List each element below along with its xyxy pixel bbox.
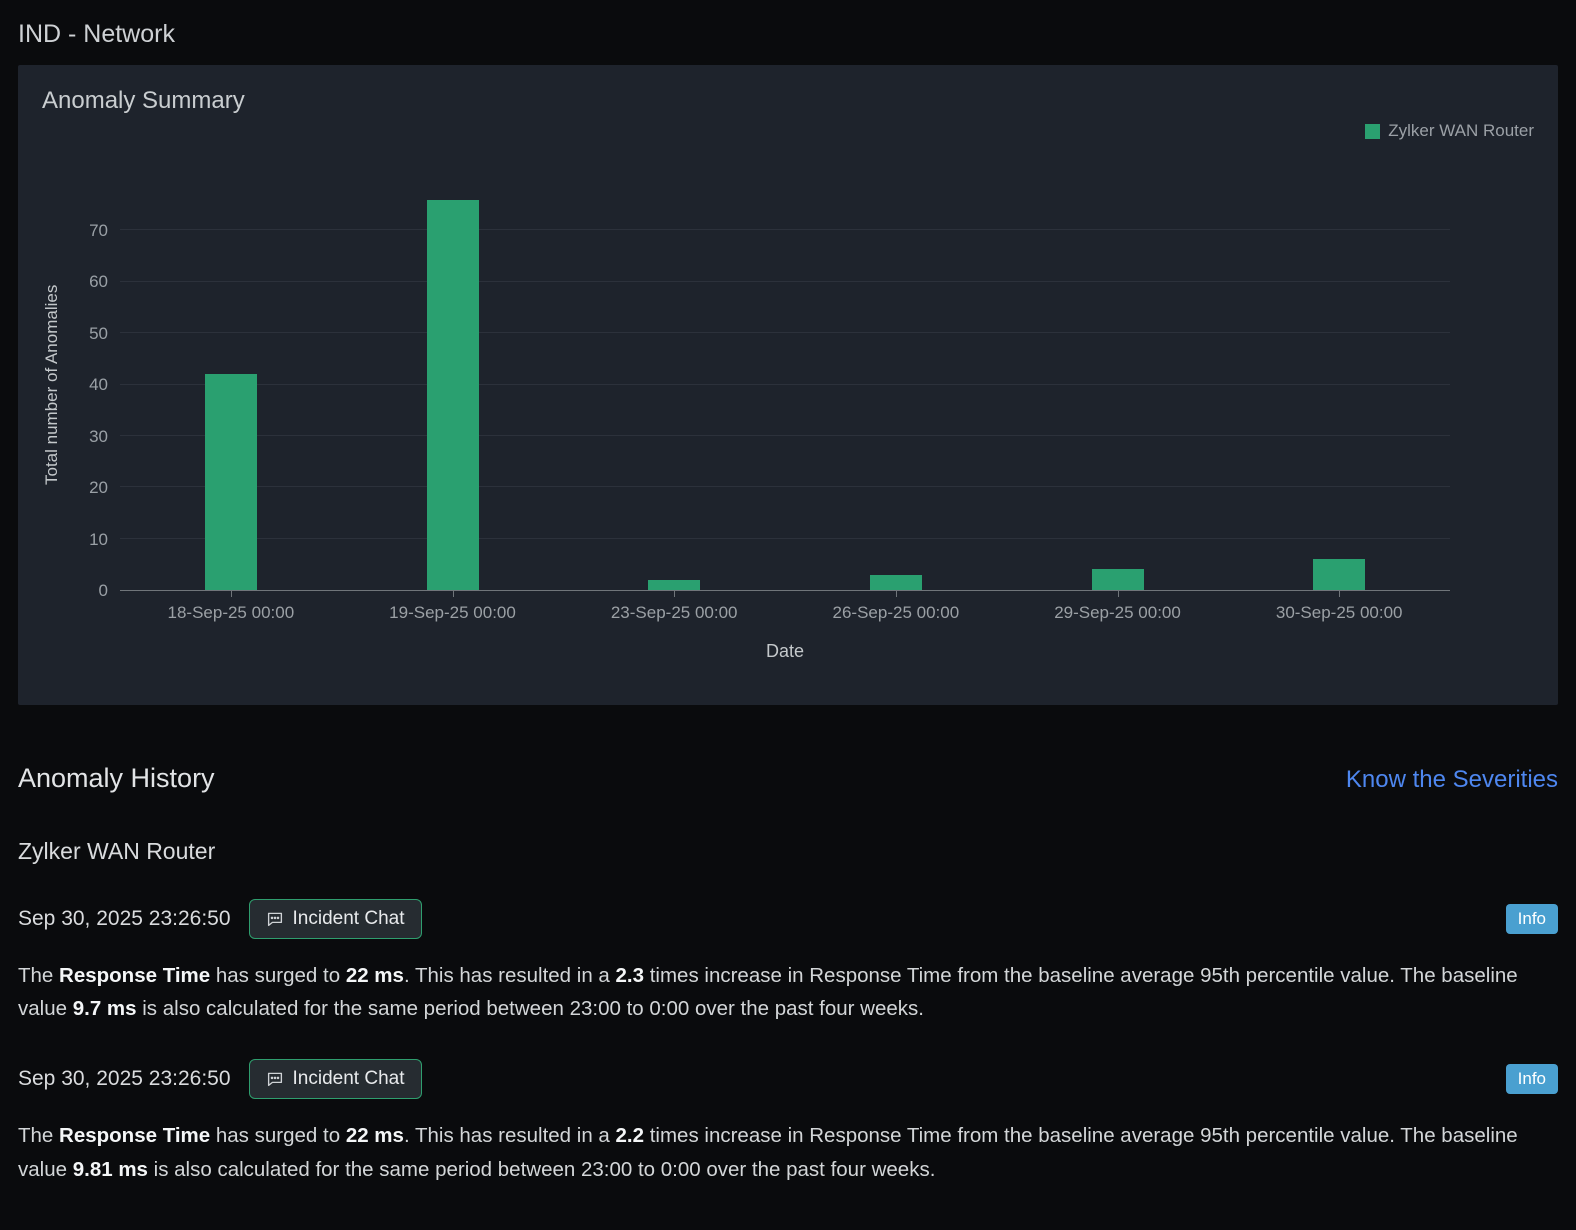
x-tick-label: 23-Sep-25 00:00 [610, 603, 738, 622]
chart-column [563, 179, 785, 597]
device-name: Zylker WAN Router [18, 838, 216, 864]
chart-column [342, 179, 564, 597]
bar-23-Sep-25 00:00[interactable] [648, 579, 701, 590]
legend-label: Zylker WAN Router [1388, 121, 1534, 140]
anomaly-entry: Sep 30, 2025 23:26:50 Incident Chat Info… [18, 899, 1558, 1025]
bar-30-Sep-25 00:00[interactable] [1313, 559, 1366, 590]
anomaly-history-title: Anomaly History [18, 763, 215, 793]
plot-area [120, 179, 1450, 597]
chat-bubble-icon [266, 910, 284, 928]
bar-18-Sep-25 00:00[interactable] [204, 374, 257, 590]
anomaly-description: The Response Time has surged to 22 ms. T… [18, 964, 1518, 1021]
y-tick-50: 50 [89, 323, 108, 343]
incident-chat-button[interactable]: Incident Chat [248, 899, 422, 939]
severity-badge-info: Info [1505, 1064, 1558, 1095]
anomaly-summary-panel: Anomaly Summary Zylker WAN Router Total … [18, 65, 1558, 705]
anomaly-summary-chart: Total number of Anomalies 0 10 20 30 40 50 60 7… [42, 179, 1534, 662]
know-the-severities-link[interactable]: Know the Severities [1346, 766, 1558, 794]
x-axis-ticks: 18-Sep-25 00:00 19-Sep-25 00:00 23-Sep-25 … [120, 603, 1450, 623]
page-title: IND - Network [18, 20, 175, 48]
anomaly-history-header: Anomaly History Know the Severities [18, 763, 1558, 794]
chart-column [785, 179, 1007, 597]
chart-column [120, 179, 342, 597]
y-axis-ticks: 0 10 20 30 40 50 60 70 [68, 179, 120, 601]
anomaly-entry-row: Sep 30, 2025 23:26:50 Incident Chat Info [18, 899, 1558, 939]
x-tick-label: 26-Sep-25 00:00 [832, 603, 960, 622]
y-tick-10: 10 [89, 529, 108, 549]
x-axis-label: Date [765, 641, 805, 661]
x-tick-label: 30-Sep-25 00:00 [1275, 603, 1403, 622]
legend-swatch-icon [1365, 123, 1381, 139]
incident-chat-button[interactable]: Incident Chat [248, 1059, 422, 1100]
y-tick-20: 20 [89, 478, 108, 497]
page: IND - Network Anomaly Summary Zylker WAN… [0, 0, 1576, 1216]
anomaly-entry-row: Sep 30, 2025 23:26:50 Incident Chat Info [18, 1059, 1558, 1100]
chart-legend: Zylker WAN Router [42, 121, 1534, 141]
y-tick-40: 40 [89, 375, 108, 394]
y-axis-label: Total number of Anomalies [42, 284, 61, 486]
chart-column [1007, 179, 1229, 597]
x-tick-label: 18-Sep-25 00:00 [167, 603, 295, 622]
anomaly-summary-title: Anomaly Summary [42, 87, 245, 114]
y-tick-0: 0 [98, 581, 108, 600]
bar-26-Sep-25 00:00[interactable] [869, 574, 922, 590]
legend-item-zylker-wan-router[interactable]: Zylker WAN Router [1365, 121, 1534, 141]
bar-19-Sep-25 00:00[interactable] [426, 199, 479, 590]
entry-timestamp: Sep 30, 2025 23:26:50 [18, 907, 231, 930]
incident-chat-label: Incident Chat [292, 1068, 405, 1090]
incident-chat-label: Incident Chat [292, 908, 405, 929]
y-tick-70: 70 [89, 220, 108, 240]
anomaly-entry: Sep 30, 2025 23:26:50 Incident Chat Info… [18, 1059, 1558, 1185]
entry-timestamp: Sep 30, 2025 23:26:50 [18, 1067, 231, 1091]
chart-column [1228, 179, 1450, 597]
anomaly-description: The Response Time has surged to 22 ms. T… [18, 1124, 1518, 1181]
severity-badge-info: Info [1505, 904, 1558, 934]
chat-bubble-icon [266, 1070, 284, 1088]
y-tick-60: 60 [89, 272, 108, 291]
y-tick-30: 30 [89, 426, 108, 446]
x-tick-label: 19-Sep-25 00:00 [389, 603, 516, 622]
x-tick-label: 29-Sep-25 00:00 [1054, 603, 1181, 622]
bar-29-Sep-25 00:00[interactable] [1091, 569, 1144, 590]
